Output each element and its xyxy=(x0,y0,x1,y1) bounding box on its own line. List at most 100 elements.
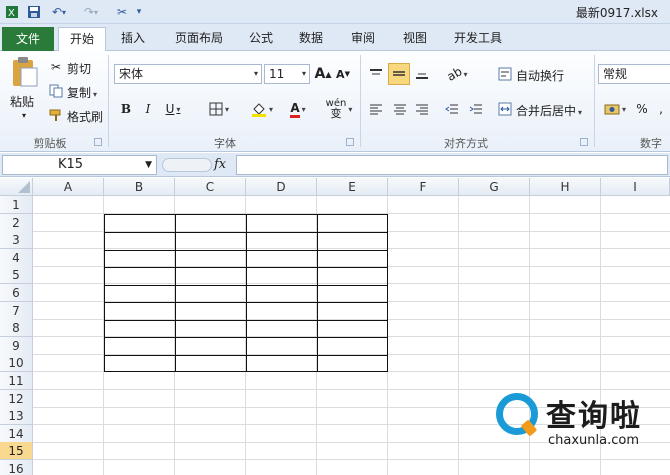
customize-icon[interactable]: ▾ xyxy=(134,4,144,20)
row-header-2[interactable]: 2 xyxy=(0,213,33,232)
row-header-5[interactable]: 5 xyxy=(0,266,33,285)
select-all-corner[interactable] xyxy=(0,178,33,196)
name-box[interactable]: K15 ▼ xyxy=(2,155,157,175)
column-header-i[interactable]: I xyxy=(601,178,670,196)
tab-developer[interactable]: 开发工具 xyxy=(446,27,510,51)
table-border xyxy=(105,250,387,251)
font-name-value: 宋体 xyxy=(119,67,144,81)
phonetic-guide-button[interactable]: wén 变 ▾ xyxy=(322,97,356,121)
formula-bar-resizer[interactable] xyxy=(162,158,212,172)
column-header-h[interactable]: H xyxy=(530,178,601,196)
row-header-6[interactable]: 6 xyxy=(0,284,33,302)
borders-button[interactable]: ▾ xyxy=(204,99,234,119)
column-header-g[interactable]: G xyxy=(459,178,530,196)
merge-center-icon[interactable] xyxy=(496,99,514,119)
excel-app-icon[interactable]: X xyxy=(4,4,20,20)
row-header-3[interactable]: 3 xyxy=(0,231,33,250)
row-header-12[interactable]: 12 xyxy=(0,389,33,408)
column-header-b[interactable]: B xyxy=(104,178,175,196)
italic-button[interactable]: I xyxy=(140,99,156,119)
row-header-9[interactable]: 9 xyxy=(0,336,33,355)
paste-button[interactable]: 粘贴 xyxy=(10,93,34,110)
formula-bar: K15 ▼ fx xyxy=(0,153,670,177)
table-border xyxy=(317,215,318,371)
format-painter-button[interactable]: 格式刷 xyxy=(67,108,103,125)
ribbon: 粘贴 ▾ ✂ 剪切 复制 ▾ 格式刷 剪贴板 宋体 ▾ 11 ▾ A ▲ A ▼ B I … xyxy=(0,51,670,152)
tab-formulas[interactable]: 公式 xyxy=(240,27,282,51)
formula-input[interactable] xyxy=(236,155,668,175)
align-top-icon[interactable] xyxy=(366,64,386,84)
tab-page-layout[interactable]: 页面布局 xyxy=(164,27,234,51)
redo-icon[interactable]: ↷ ▾ xyxy=(80,4,102,20)
tab-view[interactable]: 视图 xyxy=(394,27,436,51)
tab-insert[interactable]: 插入 xyxy=(112,27,154,51)
bold-button[interactable]: B xyxy=(118,99,134,119)
orientation-button[interactable]: ab ▾ xyxy=(442,64,472,84)
alignment-group-label: 对齐方式 xyxy=(444,137,488,150)
row-header-1[interactable]: 1 xyxy=(0,196,33,214)
clipboard-launcher-icon[interactable] xyxy=(94,138,102,146)
column-header-a[interactable]: A xyxy=(33,178,104,196)
row-header-7[interactable]: 7 xyxy=(0,301,33,320)
chevron-down-icon: ▾ xyxy=(253,69,258,78)
row-header-11[interactable]: 11 xyxy=(0,372,33,390)
alignment-launcher-icon[interactable] xyxy=(580,138,588,146)
merge-center-button[interactable]: 合并后居中 ▾ xyxy=(516,102,582,119)
cut-button[interactable]: 剪切 xyxy=(67,60,91,77)
font-color-button[interactable]: A ▾ xyxy=(282,99,314,119)
font-name-select[interactable]: 宋体 ▾ xyxy=(114,64,262,84)
row-header-15[interactable]: 15 xyxy=(0,442,33,461)
column-header-c[interactable]: C xyxy=(175,178,246,196)
paste-dropdown-icon[interactable]: ▾ xyxy=(22,111,26,120)
wrap-text-icon[interactable] xyxy=(496,64,514,84)
decrease-indent-icon[interactable] xyxy=(442,99,462,119)
format-painter-icon[interactable] xyxy=(48,107,64,123)
watermark-text: 查询啦 xyxy=(546,399,642,434)
row-header-10[interactable]: 10 xyxy=(0,354,33,373)
table-border xyxy=(105,355,387,356)
tab-review[interactable]: 审阅 xyxy=(342,27,384,51)
name-box-value: K15 xyxy=(58,157,84,172)
comma-style-button[interactable]: , xyxy=(656,99,666,119)
number-format-select[interactable]: 常规 xyxy=(598,64,670,84)
shrink-font-button[interactable]: A ▼ xyxy=(334,64,352,84)
column-gridline xyxy=(458,196,459,475)
align-bottom-icon[interactable] xyxy=(412,64,432,84)
save-icon[interactable] xyxy=(26,4,42,20)
row-header-8[interactable]: 8 xyxy=(0,319,33,338)
row-header-14[interactable]: 14 xyxy=(0,424,33,443)
column-header-f[interactable]: F xyxy=(388,178,459,196)
column-header-e[interactable]: E xyxy=(317,178,388,196)
tab-file[interactable]: 文件 xyxy=(2,27,54,51)
paste-icon[interactable] xyxy=(6,55,42,89)
column-header-d[interactable]: D xyxy=(246,178,317,196)
percent-button[interactable]: % xyxy=(634,99,650,119)
align-middle-icon[interactable] xyxy=(388,63,410,85)
font-size-value: 11 xyxy=(269,67,285,81)
font-launcher-icon[interactable] xyxy=(346,138,354,146)
underline-button[interactable]: U ▾ xyxy=(162,99,184,119)
grow-font-button[interactable]: A ▲ xyxy=(314,64,332,84)
tab-home[interactable]: 开始 xyxy=(58,27,106,52)
insert-function-icon[interactable]: fx xyxy=(214,157,226,172)
row-header-4[interactable]: 4 xyxy=(0,248,33,267)
copy-button[interactable]: 复制 ▾ xyxy=(67,84,97,101)
cut-icon[interactable]: ✂ xyxy=(48,59,64,75)
align-left-icon[interactable] xyxy=(366,99,386,119)
align-center-icon[interactable] xyxy=(390,99,410,119)
undo-icon[interactable]: ↶ ▾ xyxy=(48,4,70,20)
copy-icon[interactable] xyxy=(48,83,64,99)
align-right-icon[interactable] xyxy=(412,99,432,119)
increase-indent-icon[interactable] xyxy=(466,99,486,119)
wrap-text-button[interactable]: 自动换行 xyxy=(516,67,564,84)
tools-icon[interactable]: ✂ xyxy=(112,4,132,20)
tab-data[interactable]: 数据 xyxy=(290,27,332,51)
bordered-table[interactable] xyxy=(104,214,388,372)
window-title: 最新0917.xlsx xyxy=(575,6,658,20)
row-header-16[interactable]: 16 xyxy=(0,460,33,475)
font-size-select[interactable]: 11 ▾ xyxy=(264,64,310,84)
fill-color-button[interactable]: ▾ xyxy=(246,99,278,119)
accounting-format-button[interactable]: ▾ xyxy=(600,99,630,119)
row-header-13[interactable]: 13 xyxy=(0,407,33,426)
table-border xyxy=(105,285,387,286)
